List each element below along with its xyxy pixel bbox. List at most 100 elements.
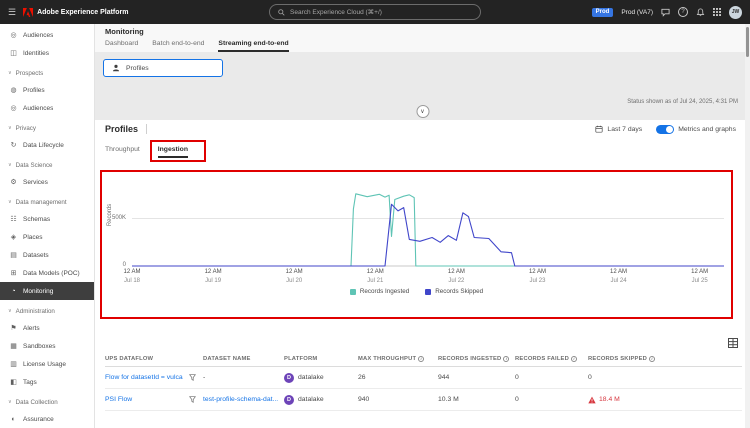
info-icon[interactable]: i: [418, 355, 425, 362]
x-tick: 12 AM Jul 23: [528, 269, 546, 284]
environment-badge[interactable]: Prod: [591, 7, 614, 17]
records-failed-cell: 0: [515, 396, 519, 403]
chevron-down-icon: ∨: [8, 69, 12, 76]
sidebar-item-places[interactable]: ◈ Places: [0, 228, 94, 246]
collapse-section-button[interactable]: ∨: [416, 105, 429, 118]
person-icon: [112, 64, 120, 72]
assurance-icon: ◐: [11, 415, 16, 423]
datasets-icon: ▤: [10, 251, 17, 259]
x-tick: 12 AM Jul 24: [610, 269, 628, 284]
info-icon[interactable]: i: [649, 355, 656, 362]
x-tick: 12 AM Jul 25: [691, 269, 709, 284]
sidebar-item-audiences-2[interactable]: ◎ Audiences: [0, 99, 94, 117]
sandboxes-icon: ▦: [10, 342, 17, 350]
records-failed-cell: 0: [515, 374, 519, 381]
profiles-controls: Last 7 days Metrics and graphs: [595, 124, 736, 134]
monitoring-table: UPS DATAFLOW DATASET NAME PLATFORM MAX T…: [105, 351, 742, 411]
filter-funnel-icon[interactable]: [189, 396, 203, 403]
topbar-right: Prod Prod (VA7) ? JW: [591, 5, 742, 19]
page-title: Monitoring: [105, 27, 144, 36]
audiences-icon: ◎: [10, 31, 17, 39]
avatar[interactable]: JW: [729, 5, 742, 19]
date-range-picker[interactable]: Last 7 days: [595, 125, 642, 133]
sidebar-item-sandboxes[interactable]: ▦ Sandboxes: [0, 337, 94, 355]
legend-records-ingested[interactable]: Records Ingested: [349, 288, 409, 295]
sidebar-section-data-collection[interactable]: ∨ Data Collection: [0, 391, 94, 410]
info-icon[interactable]: i: [571, 355, 578, 362]
search-placeholder: Search Experience Cloud (⌘+/): [290, 9, 382, 16]
tab-dashboard[interactable]: Dashboard: [105, 40, 138, 52]
sidebar-section-administration[interactable]: ∨ Administration: [0, 300, 94, 319]
sidebar-item-services[interactable]: ⚙ Services: [0, 173, 94, 191]
datalake-icon: D: [284, 394, 294, 405]
sidebar-section-data-management[interactable]: ∨ Data management: [0, 191, 94, 210]
global-search-input[interactable]: Search Experience Cloud (⌘+/): [269, 4, 481, 20]
x-tick: 12 AM Jul 19: [204, 269, 222, 284]
tab-ingestion[interactable]: Ingestion: [157, 146, 188, 158]
records-ingested-cell: 10.3 M: [438, 396, 459, 403]
info-icon[interactable]: i: [503, 355, 510, 362]
col-records-failed: RECORDS FAILED i: [515, 355, 588, 362]
table-row[interactable]: PSI Flow test-profile-schema-dat... Ddat…: [105, 389, 742, 411]
profiles-filter-chip[interactable]: Profiles: [103, 59, 223, 77]
date-range-label: Last 7 days: [607, 125, 643, 133]
sidebar-section-privacy[interactable]: ∨ Privacy: [0, 117, 94, 136]
sidebar-item-audiences[interactable]: ◎ Audiences: [0, 26, 94, 44]
left-nav: ◎ Audiences ◫ Identities ∨ Prospects ◍ Profi…: [0, 24, 95, 428]
records-skipped-cell: 0: [588, 374, 592, 381]
sidebar-item-alerts[interactable]: ⚑ Alerts: [0, 319, 94, 337]
records-skipped-warning-cell: 18.4 M: [588, 396, 742, 404]
sidebar-section-data-science[interactable]: ∨ Data Science: [0, 154, 94, 173]
sidebar-section-prospects[interactable]: ∨ Prospects: [0, 62, 94, 81]
bell-icon[interactable]: [696, 7, 705, 17]
sidebar-item-monitoring[interactable]: ◔ Monitoring: [0, 282, 94, 300]
dataflow-link[interactable]: PSI Flow: [105, 396, 189, 403]
sidebar-item-identities[interactable]: ◫ Identities: [0, 44, 94, 62]
chevron-down-icon: ∨: [8, 398, 12, 405]
help-icon[interactable]: ?: [678, 7, 688, 17]
page-scrollbar[interactable]: [745, 24, 750, 428]
sidebar-item-schemas[interactable]: ☷ Schemas: [0, 210, 94, 228]
col-dataset-name: DATASET NAME: [203, 355, 251, 362]
toggle-label: Metrics and graphs: [678, 125, 736, 133]
sidebar-item-profiles[interactable]: ◍ Profiles: [0, 81, 94, 99]
scrollbar-thumb[interactable]: [746, 27, 749, 57]
legend-swatch-teal: [349, 288, 356, 295]
page-tabs: Dashboard Batch end-to-end Streaming end…: [105, 40, 289, 52]
tab-batch-end-to-end[interactable]: Batch end-to-end: [152, 40, 204, 52]
sandbox-name[interactable]: Prod (VA7): [621, 9, 653, 16]
top-bar: ☰ Adobe Experience Platform Search Exper…: [0, 0, 750, 24]
ingestion-chart: [132, 193, 724, 267]
legend-records-skipped[interactable]: Records Skipped: [425, 288, 483, 295]
sidebar-item-tags[interactable]: ◧ Tags: [0, 373, 94, 391]
feedback-icon[interactable]: [661, 8, 670, 17]
max-throughput-cell: 940: [358, 396, 370, 403]
tab-streaming-end-to-end[interactable]: Streaming end-to-end: [218, 40, 289, 52]
dataset-link[interactable]: test-profile-schema-dat...: [203, 396, 284, 403]
sidebar-item-datasets[interactable]: ▤ Datasets: [0, 246, 94, 264]
brand: Adobe Experience Platform: [23, 7, 129, 17]
sidebar-item-assurance[interactable]: ◐ Assurance: [0, 410, 94, 428]
places-icon: ◈: [10, 233, 17, 241]
sidebar-item-data-models[interactable]: ⊞ Data Models (POC): [0, 264, 94, 282]
data-models-icon: ⊞: [10, 269, 17, 277]
x-tick: 12 AM Jul 20: [285, 269, 303, 284]
sidebar-item-license-usage[interactable]: ▥ License Usage: [0, 355, 94, 373]
datalake-icon: D: [284, 372, 294, 383]
x-tick: 12 AM Jul 18: [123, 269, 141, 284]
license-usage-icon: ▥: [10, 360, 17, 368]
dataflow-link[interactable]: Flow for datasetId = vulca: [105, 374, 189, 381]
hamburger-menu-icon[interactable]: ☰: [8, 7, 16, 17]
metrics-toggle[interactable]: [656, 124, 675, 134]
adobe-logo-icon: [23, 7, 34, 17]
filter-funnel-icon[interactable]: [189, 374, 203, 381]
records-ingested-line: [132, 193, 724, 267]
calendar-icon: [595, 125, 603, 133]
table-row[interactable]: Flow for datasetId = vulca - Ddatalake 2…: [105, 367, 742, 389]
apps-icon[interactable]: [713, 8, 721, 16]
sidebar-item-data-lifecycle[interactable]: ↻ Data Lifecycle: [0, 136, 94, 154]
col-records-ingested: RECORDS INGESTED i: [438, 355, 515, 362]
tab-throughput[interactable]: Throughput: [105, 146, 140, 158]
profiles-icon: ◍: [10, 86, 17, 94]
x-tick: 12 AM Jul 21: [366, 269, 384, 284]
